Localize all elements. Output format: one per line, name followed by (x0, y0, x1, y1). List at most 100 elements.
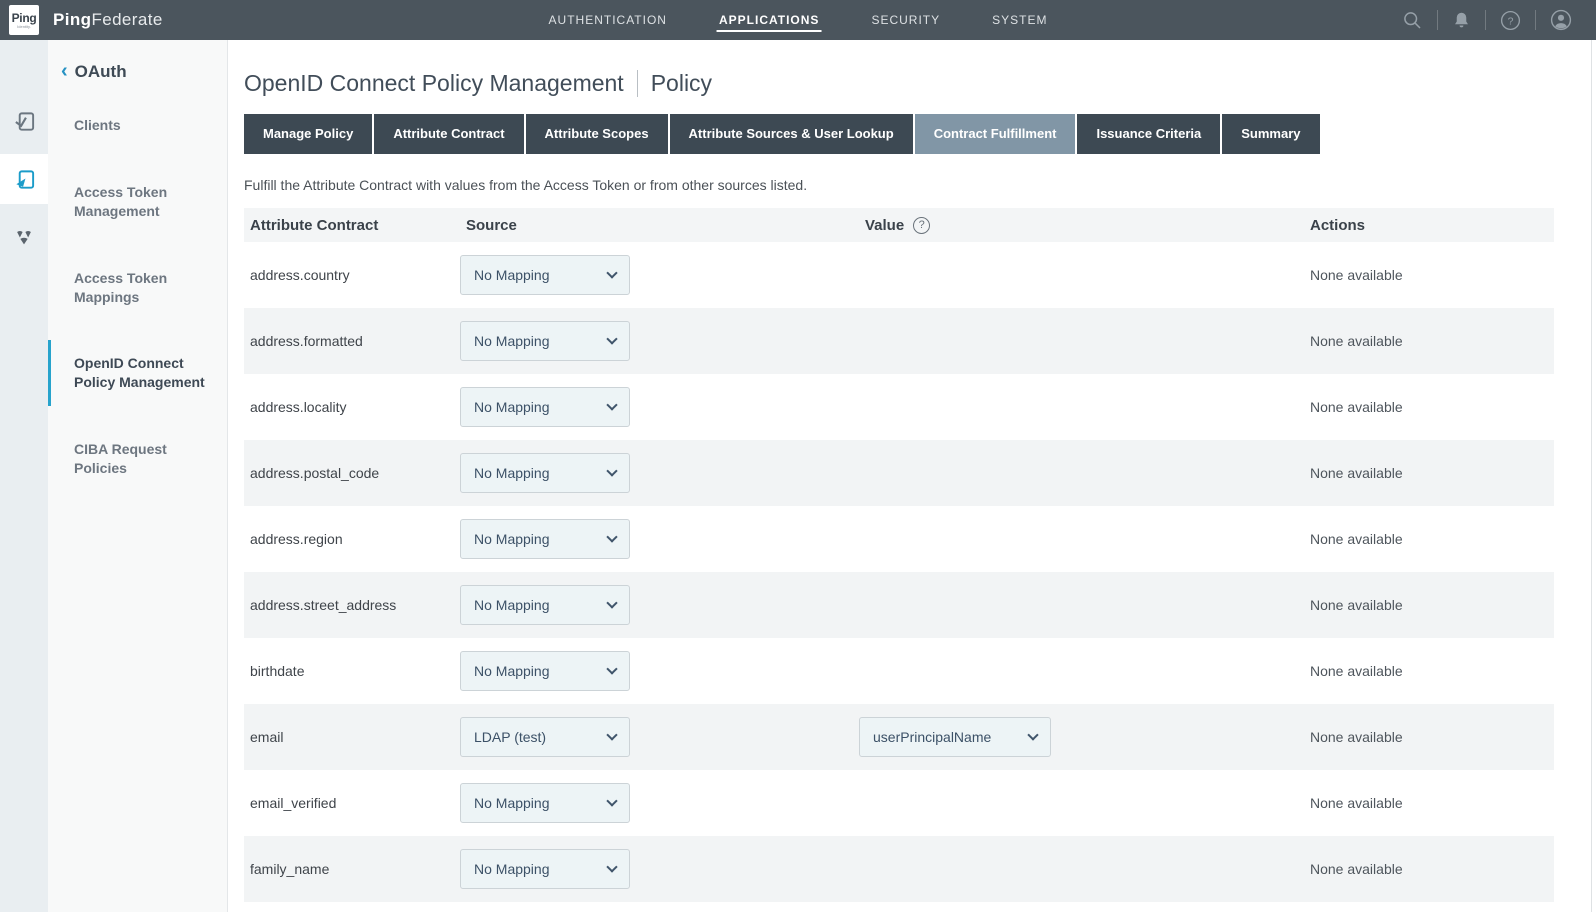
source-dropdown-value: No Mapping (474, 465, 550, 481)
table-row: address.localityNo MappingNone available (244, 374, 1554, 440)
attribute-name: address.locality (244, 399, 460, 415)
sidebar-items: Clients Access Token Management Access Tok… (48, 102, 227, 492)
tab-manage-policy[interactable]: Manage Policy (244, 114, 372, 154)
oauth-token-icon[interactable] (0, 154, 48, 204)
table-row: birthdate No Mapping None available (244, 638, 1554, 704)
help-circle-icon[interactable]: ? (913, 217, 930, 234)
chevron-down-icon (606, 597, 617, 608)
nav-authentication[interactable]: AUTHENTICATION (547, 9, 669, 31)
attribute-name: email (244, 729, 460, 745)
tab-issuance-criteria[interactable]: Issuance Criteria (1077, 114, 1220, 154)
ping-logo-text: Ping (12, 12, 37, 24)
sidebar-item-clients[interactable]: Clients (48, 102, 227, 149)
chevron-down-icon (606, 333, 617, 344)
actions-cell: None available (1304, 729, 1554, 745)
actions-cell: None available (1304, 333, 1554, 349)
value-dropdown-value: userPrincipalName (873, 729, 991, 745)
source-dropdown-value: No Mapping (474, 861, 550, 877)
user-icon[interactable] (1536, 0, 1586, 40)
source-dropdown-value: No Mapping (474, 399, 550, 415)
attribute-name: address.country (244, 267, 460, 283)
tab-summary[interactable]: Summary (1222, 114, 1319, 154)
tab-attribute-scopes[interactable]: Attribute Scopes (526, 114, 668, 154)
source-dropdown[interactable]: LDAP (test) (460, 717, 630, 757)
table-row: address.region No Mapping None available (244, 506, 1554, 572)
svg-text:?: ? (1508, 15, 1514, 27)
search-icon[interactable] (1388, 0, 1437, 40)
attribute-name: birthdate (244, 663, 460, 679)
source-cell: No Mapping (460, 849, 859, 889)
actions-cell: None available (1304, 795, 1554, 811)
sidebar-item-openid-connect-policy-management[interactable]: OpenID Connect Policy Management (48, 340, 227, 406)
source-dropdown[interactable]: No Mapping (460, 321, 630, 361)
table-row: address.postal_code No Mapping None availa… (244, 440, 1554, 506)
source-dropdown-value: No Mapping (474, 663, 550, 679)
back-chevron-icon[interactable]: ‹ (61, 61, 68, 81)
paw-icon[interactable] (0, 212, 48, 262)
source-dropdown[interactable]: No Mapping (460, 585, 630, 625)
attribute-name: address.postal_code (244, 465, 460, 481)
value-dropdown[interactable]: userPrincipalName (859, 717, 1051, 757)
source-dropdown-value: No Mapping (474, 795, 550, 811)
chevron-down-icon (606, 861, 617, 872)
nav-security[interactable]: SECURITY (869, 9, 942, 31)
source-dropdown[interactable]: No Mapping (460, 453, 630, 493)
table-row: email_verifiedNo MappingNone available (244, 770, 1554, 836)
page-title-sub: Policy (651, 70, 712, 97)
sidebar: ‹ OAuth Clients Access Token Management Ac… (48, 40, 228, 912)
top-nav: AUTHENTICATION APPLICATIONS SECURITY SYSTEM (547, 0, 1050, 40)
sidebar-header: ‹ OAuth (61, 62, 227, 82)
source-dropdown[interactable]: No Mapping (460, 651, 630, 691)
tab-attribute-sources-user-lookup[interactable]: Attribute Sources & User Lookup (670, 114, 913, 154)
table-row: emailLDAP (test) userPrincipalName None av… (244, 704, 1554, 770)
top-bar: Ping Identity. PingFederate AUTHENTICATI… (0, 0, 1596, 40)
source-dropdown[interactable]: No Mapping (460, 849, 630, 889)
source-cell: No Mapping (460, 255, 859, 295)
sidebar-item-ciba-request-policies[interactable]: CIBA Request Policies (48, 426, 227, 492)
source-dropdown-value: No Mapping (474, 267, 550, 283)
chevron-down-icon (606, 267, 617, 278)
source-dropdown-value: No Mapping (474, 531, 550, 547)
scrollbar-track[interactable] (1591, 40, 1596, 912)
tab-contract-fulfillment[interactable]: Contract Fulfillment (915, 114, 1076, 154)
sidebar-item-access-token-management[interactable]: Access Token Management (48, 169, 227, 235)
icon-rail (0, 40, 48, 912)
chevron-down-icon (606, 531, 617, 542)
source-dropdown[interactable]: No Mapping (460, 519, 630, 559)
sidebar-item-access-token-mappings[interactable]: Access Token Mappings (48, 255, 227, 321)
main-content: OpenID Connect Policy Management Policy … (229, 40, 1596, 912)
nav-applications[interactable]: APPLICATIONS (717, 9, 821, 32)
top-icons: ? (1388, 0, 1586, 40)
source-dropdown[interactable]: No Mapping (460, 783, 630, 823)
table-header-row: Attribute Contract Source Value ? Action… (244, 208, 1554, 242)
nav-system[interactable]: SYSTEM (990, 9, 1049, 31)
source-cell: No Mapping (460, 651, 859, 691)
source-dropdown-value: No Mapping (474, 333, 550, 349)
attribute-name: address.street_address (244, 597, 460, 613)
tab-attribute-contract[interactable]: Attribute Contract (374, 114, 523, 154)
attribute-name: address.region (244, 531, 460, 547)
source-dropdown[interactable]: No Mapping (460, 255, 630, 295)
check-square-icon[interactable] (0, 96, 48, 146)
bell-icon[interactable] (1438, 0, 1485, 40)
source-cell: No Mapping (460, 453, 859, 493)
actions-cell: None available (1304, 597, 1554, 613)
source-cell: No Mapping (460, 783, 859, 823)
actions-cell: None available (1304, 465, 1554, 481)
source-dropdown[interactable]: No Mapping (460, 387, 630, 427)
sidebar-section-title[interactable]: OAuth (75, 62, 127, 82)
page-title: OpenID Connect Policy Management Policy (244, 70, 1596, 97)
source-cell: No Mapping (460, 387, 859, 427)
ping-logo[interactable]: Ping Identity. (9, 5, 39, 35)
page-description: Fulfill the Attribute Contract with valu… (244, 177, 1596, 193)
actions-cell: None available (1304, 531, 1554, 547)
product-name: PingFederate (53, 10, 163, 30)
contract-fulfillment-table: Attribute Contract Source Value ? Action… (244, 208, 1554, 902)
actions-cell: None available (1304, 267, 1554, 283)
chevron-down-icon (606, 663, 617, 674)
actions-cell: None available (1304, 663, 1554, 679)
chevron-down-icon (606, 729, 617, 740)
help-icon[interactable]: ? (1486, 0, 1535, 40)
title-divider (637, 70, 638, 97)
table-row: address.street_addressNo Mapping None ava… (244, 572, 1554, 638)
